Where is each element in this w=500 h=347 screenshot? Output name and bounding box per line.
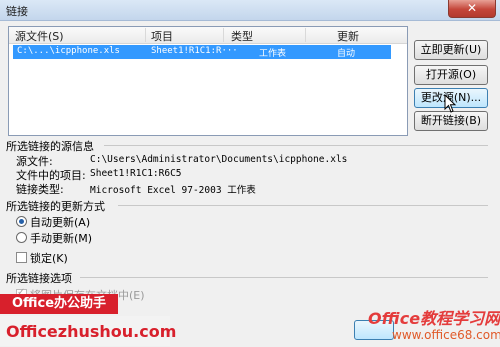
column-header-item[interactable]: 项目 — [151, 28, 173, 44]
item-in-file-value: Sheet1!R1C1:R6C5 — [90, 168, 182, 179]
column-divider[interactable] — [305, 28, 306, 42]
update-now-button[interactable]: 立即更新(U) — [414, 40, 488, 60]
column-divider[interactable] — [223, 28, 224, 42]
break-link-button[interactable]: 断开链接(B) — [414, 111, 488, 131]
watermark-badge: Office办公助手 — [0, 294, 118, 314]
auto-update-label[interactable]: 自动更新(A) — [30, 214, 90, 230]
update-mode-heading: 所选链接的更新方式 — [6, 200, 105, 213]
watermark-site-left-text: Officezhushou.com — [6, 322, 177, 341]
watermark-site-right-title: Office教程学习网 — [368, 309, 500, 328]
row-update: 自动 — [337, 49, 356, 59]
list-row[interactable]: C:\...\icpphone.xls Sheet1!R1C1:R··· 工作表… — [13, 45, 391, 59]
link-type-label: 链接类型: — [16, 183, 64, 196]
section-divider — [118, 205, 488, 206]
section-divider — [104, 145, 488, 146]
watermark-site-right: Office教程学习网 www.office68.com — [358, 301, 500, 347]
list-header: 源文件(S) 项目 类型 更新 — [9, 27, 407, 44]
mouse-cursor-icon — [444, 94, 457, 113]
column-header-update[interactable]: 更新 — [337, 28, 359, 44]
lock-checkbox[interactable] — [16, 252, 27, 263]
link-options-heading: 所选链接选项 — [6, 272, 72, 285]
row-item: Sheet1!R1C1:R··· — [151, 46, 238, 56]
close-icon: ✕ — [466, 1, 478, 15]
row-type: 工作表 — [259, 49, 287, 59]
column-header-source[interactable]: 源文件(S) — [15, 28, 64, 44]
watermark-site-right-url: www.office68.com — [392, 328, 500, 342]
links-list[interactable]: 源文件(S) 项目 类型 更新 C:\...\icpphone.xls Shee… — [8, 26, 408, 136]
close-button[interactable]: ✕ — [448, 0, 496, 18]
source-info-heading: 所选链接的源信息 — [6, 140, 94, 153]
column-divider[interactable] — [145, 28, 146, 42]
title-bar — [0, 0, 500, 21]
window-title: 链接 — [6, 5, 28, 18]
watermark-site-left: Officezhushou.com — [0, 316, 176, 346]
source-file-value: C:\Users\Administrator\Documents\icpphon… — [90, 154, 348, 165]
row-source: C:\...\icpphone.xls — [17, 46, 120, 56]
link-type-value: Microsoft Excel 97-2003 工作表 — [90, 185, 256, 196]
section-divider — [80, 277, 488, 278]
manual-update-label[interactable]: 手动更新(M) — [30, 230, 92, 246]
auto-update-radio[interactable] — [16, 216, 27, 227]
lock-label[interactable]: 锁定(K) — [30, 250, 68, 266]
column-header-type[interactable]: 类型 — [231, 28, 253, 44]
manual-update-radio[interactable] — [16, 232, 27, 243]
open-source-button[interactable]: 打开源(O) — [414, 65, 488, 85]
